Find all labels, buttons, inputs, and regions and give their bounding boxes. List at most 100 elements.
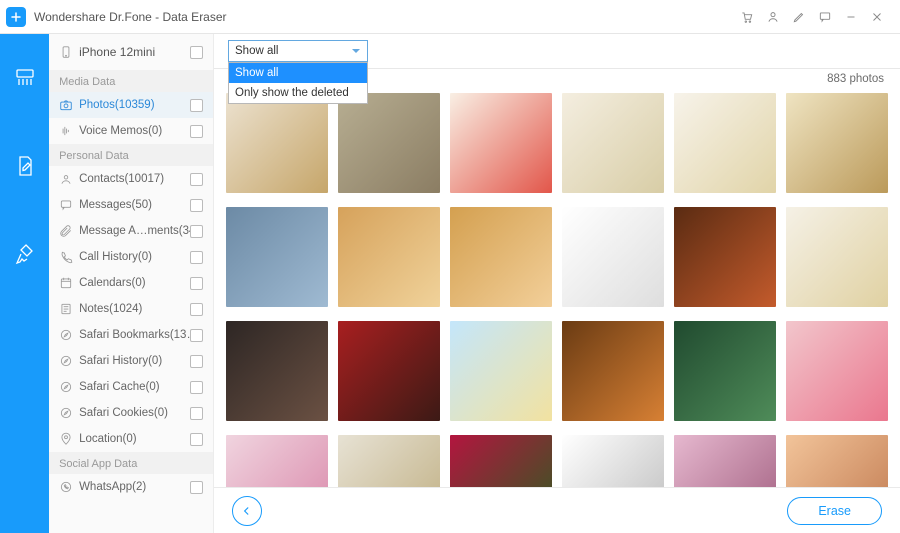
sidebar-item-label: Contacts(10017) [79,173,203,185]
app-logo-icon [6,7,26,27]
sidebar-item-safari-cache[interactable]: Safari Cache(0) [49,374,213,400]
item-checkbox[interactable] [190,381,203,394]
filter-dropdown: Show all Only show the deleted [228,62,368,104]
rail-shredder-icon[interactable] [11,64,39,92]
rail-document-edit-icon[interactable] [11,152,39,180]
minimize-button[interactable] [838,4,864,30]
photo-thumb[interactable] [226,207,328,307]
back-button[interactable] [232,496,262,526]
sidebar-item-contacts[interactable]: Contacts(10017) [49,166,213,192]
titlebar: Wondershare Dr.Fone - Data Eraser [0,0,900,34]
erase-button[interactable]: Erase [787,497,882,525]
device-row[interactable]: iPhone 12mini [49,34,213,70]
sidebar-item-attachments[interactable]: Message A…ments(34) [49,218,213,244]
item-checkbox[interactable] [190,407,203,420]
section-personal-data: Personal Data [49,144,213,166]
photo-thumb[interactable] [450,207,552,307]
photo-thumb[interactable] [226,93,328,193]
contact-icon [59,172,73,186]
sidebar-item-label: Message A…ments(34) [79,225,203,237]
filter-option-show-all[interactable]: Show all [229,63,367,83]
item-checkbox[interactable] [190,355,203,368]
item-checkbox[interactable] [190,481,203,494]
photo-thumb[interactable] [562,207,664,307]
device-checkbox[interactable] [190,46,203,59]
photo-thumb[interactable] [338,435,440,487]
photo-thumb[interactable] [338,207,440,307]
item-checkbox[interactable] [190,329,203,342]
item-checkbox[interactable] [190,173,203,186]
photo-thumb[interactable] [786,93,888,193]
photo-thumb[interactable] [450,435,552,487]
item-checkbox[interactable] [190,125,203,138]
photo-thumb[interactable] [450,93,552,193]
sidebar-item-location[interactable]: Location(0) [49,426,213,452]
edit-icon[interactable] [786,4,812,30]
content-area: Show all Show all Only show the deleted … [214,34,900,533]
photo-thumb[interactable] [786,321,888,421]
sidebar-item-label: Voice Memos(0) [79,125,203,137]
photo-thumb[interactable] [562,435,664,487]
chevron-down-icon [351,46,361,56]
message-icon [59,198,73,212]
sidebar-item-safari-cookies[interactable]: Safari Cookies(0) [49,400,213,426]
item-checkbox[interactable] [190,225,203,238]
filter-select[interactable]: Show all [228,40,368,62]
photo-thumb[interactable] [674,321,776,421]
sidebar-item-photos[interactable]: Photos(10359) [49,92,213,118]
sidebar-item-whatsapp[interactable]: WhatsApp(2) [49,474,213,500]
sidebar-item-label: Photos(10359) [79,99,203,111]
erase-button-label: Erase [818,504,851,518]
category-sidebar: iPhone 12mini Media Data Photos(10359) V… [49,34,214,533]
photo-thumb[interactable] [450,321,552,421]
sidebar-item-call-history[interactable]: Call History(0) [49,244,213,270]
sidebar-item-messages[interactable]: Messages(50) [49,192,213,218]
photo-thumb[interactable] [226,321,328,421]
section-social-data: Social App Data [49,452,213,474]
item-checkbox[interactable] [190,99,203,112]
item-checkbox[interactable] [190,277,203,290]
location-icon [59,432,73,446]
sidebar-item-label: Notes(1024) [79,303,203,315]
app-title: Wondershare Dr.Fone - Data Eraser [34,10,227,24]
whatsapp-icon [59,480,73,494]
feedback-icon[interactable] [812,4,838,30]
photo-thumb[interactable] [786,435,888,487]
sidebar-item-label: Safari Bookmarks(1347) [79,329,203,341]
sidebar-item-label: Calendars(0) [79,277,203,289]
safari-icon [59,380,73,394]
close-button[interactable] [864,4,890,30]
camera-icon [59,98,73,112]
photo-thumb[interactable] [338,93,440,193]
sidebar-item-label: WhatsApp(2) [79,481,203,493]
cart-icon[interactable] [734,4,760,30]
sidebar-item-label: Call History(0) [79,251,203,263]
photo-thumb[interactable] [674,93,776,193]
sidebar-item-safari-bookmarks[interactable]: Safari Bookmarks(1347) [49,322,213,348]
user-icon[interactable] [760,4,786,30]
phone-call-icon [59,250,73,264]
footer: Erase [214,487,900,533]
safari-icon [59,406,73,420]
sidebar-item-voice-memos[interactable]: Voice Memos(0) [49,118,213,144]
sidebar-item-calendars[interactable]: Calendars(0) [49,270,213,296]
item-checkbox[interactable] [190,303,203,316]
photo-thumb[interactable] [226,435,328,487]
item-checkbox[interactable] [190,199,203,212]
photo-thumb[interactable] [562,321,664,421]
rail-broom-icon[interactable] [11,240,39,268]
photo-thumb[interactable] [674,435,776,487]
content-toolbar: Show all Show all Only show the deleted [214,34,900,64]
item-checkbox[interactable] [190,251,203,264]
sidebar-item-label: Location(0) [79,433,203,445]
attach-icon [59,224,73,238]
sidebar-item-notes[interactable]: Notes(1024) [49,296,213,322]
photo-thumb[interactable] [786,207,888,307]
filter-option-only-deleted[interactable]: Only show the deleted [229,83,367,103]
sidebar-item-label: Safari History(0) [79,355,203,367]
photo-thumb[interactable] [338,321,440,421]
photo-thumb[interactable] [674,207,776,307]
item-checkbox[interactable] [190,433,203,446]
photo-thumb[interactable] [562,93,664,193]
sidebar-item-safari-history[interactable]: Safari History(0) [49,348,213,374]
